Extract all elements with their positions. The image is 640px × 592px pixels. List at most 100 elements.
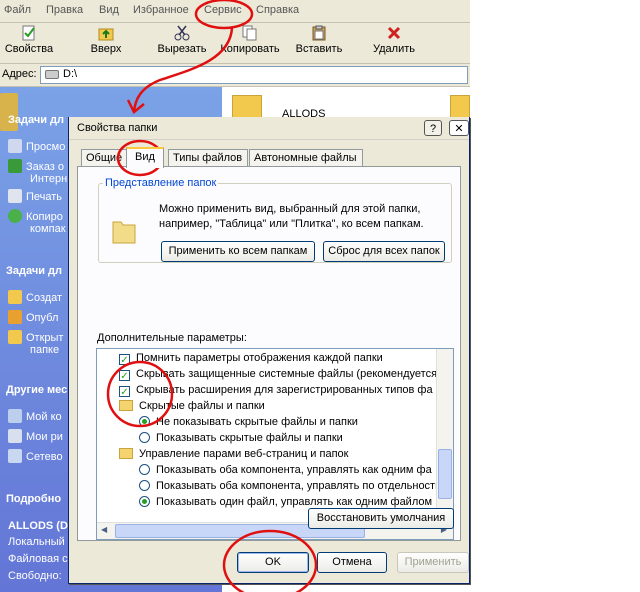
menu-help[interactable]: Справка xyxy=(256,4,299,16)
up-button[interactable]: Вверх xyxy=(86,25,126,55)
scroll-left-icon[interactable]: ◀ xyxy=(101,525,107,534)
task-item-1[interactable]: Просмо xyxy=(8,139,65,153)
radio[interactable] xyxy=(139,432,150,443)
paste-icon xyxy=(311,25,327,41)
cd-icon xyxy=(8,209,22,223)
menu-file[interactable]: Файл xyxy=(4,4,31,16)
list-group: Управление парами веб-страниц и папок xyxy=(119,446,348,462)
copy-button[interactable]: Копировать xyxy=(218,25,282,55)
tab-offline-files[interactable]: Автономные файлы xyxy=(249,149,363,166)
checkbox-checked[interactable]: ✓ xyxy=(119,370,130,382)
scroll-thumb[interactable] xyxy=(438,449,452,499)
view-tab-panel: Представление папок Можно применить вид,… xyxy=(77,166,461,541)
tab-view[interactable]: Вид xyxy=(126,147,164,168)
list-item[interactable]: Показывать скрытые файлы и папки xyxy=(139,430,343,446)
computer-icon xyxy=(8,409,22,423)
copy-icon xyxy=(242,25,258,41)
dialog-title: Свойства папки xyxy=(77,122,158,134)
close-button[interactable]: ✕ xyxy=(449,120,469,136)
address-field[interactable]: D:\ xyxy=(40,66,468,84)
pictures-icon xyxy=(8,429,22,443)
cancel-button[interactable]: Отмена xyxy=(317,552,387,573)
list-item[interactable]: Показывать оба компонента, управлять как… xyxy=(139,462,432,478)
delete-label: Удалить xyxy=(373,43,415,55)
help-button[interactable]: ? xyxy=(424,120,442,136)
task-header-2: Задачи дл xyxy=(6,265,63,277)
details-drive-name: ALLODS (D: xyxy=(8,520,72,532)
menu-view[interactable]: Вид xyxy=(99,4,119,16)
checkbox-checked[interactable]: ✓ xyxy=(119,354,130,366)
task-item-5[interactable]: Создат xyxy=(8,290,62,304)
up-label: Вверх xyxy=(90,43,122,55)
cut-button[interactable]: Вырезать xyxy=(156,25,208,55)
menu-edit[interactable]: Правка xyxy=(46,4,83,16)
details-free: Свободно: xyxy=(8,570,62,582)
folder-views-title: Представление папок xyxy=(105,177,217,189)
cut-label: Вырезать xyxy=(157,43,207,55)
task-item-7[interactable]: Открыт xyxy=(8,330,63,344)
copy-label: Копировать xyxy=(220,43,280,55)
view-icon xyxy=(8,139,22,153)
ok-button[interactable]: OK xyxy=(237,552,309,573)
details-fs: Файловая с xyxy=(8,553,68,565)
menu-bar: Файл Правка Вид Избранное Сервис Справка xyxy=(0,0,470,23)
advanced-settings-label: Дополнительные параметры: xyxy=(97,332,247,344)
publish-icon xyxy=(8,310,22,324)
place-my-computer[interactable]: Мой ко xyxy=(8,409,62,423)
place-my-pictures[interactable]: Мои ри xyxy=(8,429,63,443)
printer-icon xyxy=(8,189,22,203)
vertical-scrollbar[interactable]: ▼ xyxy=(436,349,453,523)
folder-up-icon xyxy=(98,25,114,41)
address-bar: Адрес: D:\ xyxy=(0,64,470,87)
radio[interactable] xyxy=(139,480,150,491)
folder-icon xyxy=(119,400,133,411)
properties-icon xyxy=(21,25,37,41)
folder-views-description: Можно применить вид, выбранный для этой … xyxy=(159,203,424,230)
dialog-title-bar: Свойства папки ? ✕ xyxy=(69,117,469,140)
task-header-3: Другие мес xyxy=(6,384,68,396)
tab-file-types[interactable]: Типы файлов xyxy=(168,149,248,166)
task-item-2[interactable]: Заказ о xyxy=(8,159,64,173)
restore-defaults-button[interactable]: Восстановить умолчания xyxy=(308,508,454,529)
paste-button[interactable]: Вставить xyxy=(294,25,344,55)
radio[interactable] xyxy=(139,464,150,475)
list-item[interactable]: ✓ Скрывать защищенные системные файлы (ре… xyxy=(119,366,441,382)
task-item-3[interactable]: Печать xyxy=(8,189,62,203)
task-item-2-cont: Интерн xyxy=(30,173,68,185)
properties-button[interactable]: Свойства xyxy=(4,25,54,55)
task-item-7-cont: папке xyxy=(30,344,60,356)
list-group: Скрытые файлы и папки xyxy=(119,398,265,414)
task-item-4-cont: компак xyxy=(30,223,66,235)
apply-button[interactable]: Применить xyxy=(397,552,469,573)
checkbox-checked[interactable]: ✓ xyxy=(119,386,130,398)
drive-icon xyxy=(45,70,59,79)
radio-selected[interactable] xyxy=(139,496,150,507)
list-item[interactable]: ✓ Скрывать расширения для зарегистрирован… xyxy=(119,382,433,398)
delete-button[interactable]: Удалить xyxy=(370,25,418,55)
menu-favorites[interactable]: Избранное xyxy=(133,4,189,16)
properties-label: Свойства xyxy=(4,43,54,55)
list-item[interactable]: Не показывать скрытые файлы и папки xyxy=(139,414,358,430)
task-item-6[interactable]: Опубл xyxy=(8,310,58,324)
new-folder-icon xyxy=(8,290,22,304)
paste-label: Вставить xyxy=(295,43,343,55)
list-item[interactable]: Показывать оба компонента, управлять по … xyxy=(139,478,441,494)
folder-icon xyxy=(112,221,136,244)
menu-tools[interactable]: Сервис xyxy=(204,4,242,16)
folder-icon xyxy=(119,448,133,459)
place-network[interactable]: Сетево xyxy=(8,449,63,463)
folder-options-dialog: Свойства папки ? ✕ Общие Вид Типы файлов… xyxy=(68,117,470,584)
share-folder-icon xyxy=(8,330,22,344)
task-item-4[interactable]: Копиро xyxy=(8,209,63,223)
reset-all-folders-button[interactable]: Сброс для всех папок xyxy=(323,241,445,262)
address-value: D:\ xyxy=(63,68,78,80)
list-item[interactable]: ✓ Помнить параметры отображения каждой па… xyxy=(119,350,383,366)
tab-general[interactable]: Общие xyxy=(81,149,127,166)
apply-to-all-folders-button[interactable]: Применить ко всем папкам xyxy=(161,241,315,262)
delete-icon xyxy=(386,25,402,41)
radio-selected[interactable] xyxy=(139,416,150,427)
toolbar: Свойства Вверх Вырезать Копировать Встав… xyxy=(0,23,470,64)
order-icon xyxy=(8,159,22,173)
address-label: Адрес: xyxy=(2,68,37,80)
scissors-icon xyxy=(174,25,190,41)
